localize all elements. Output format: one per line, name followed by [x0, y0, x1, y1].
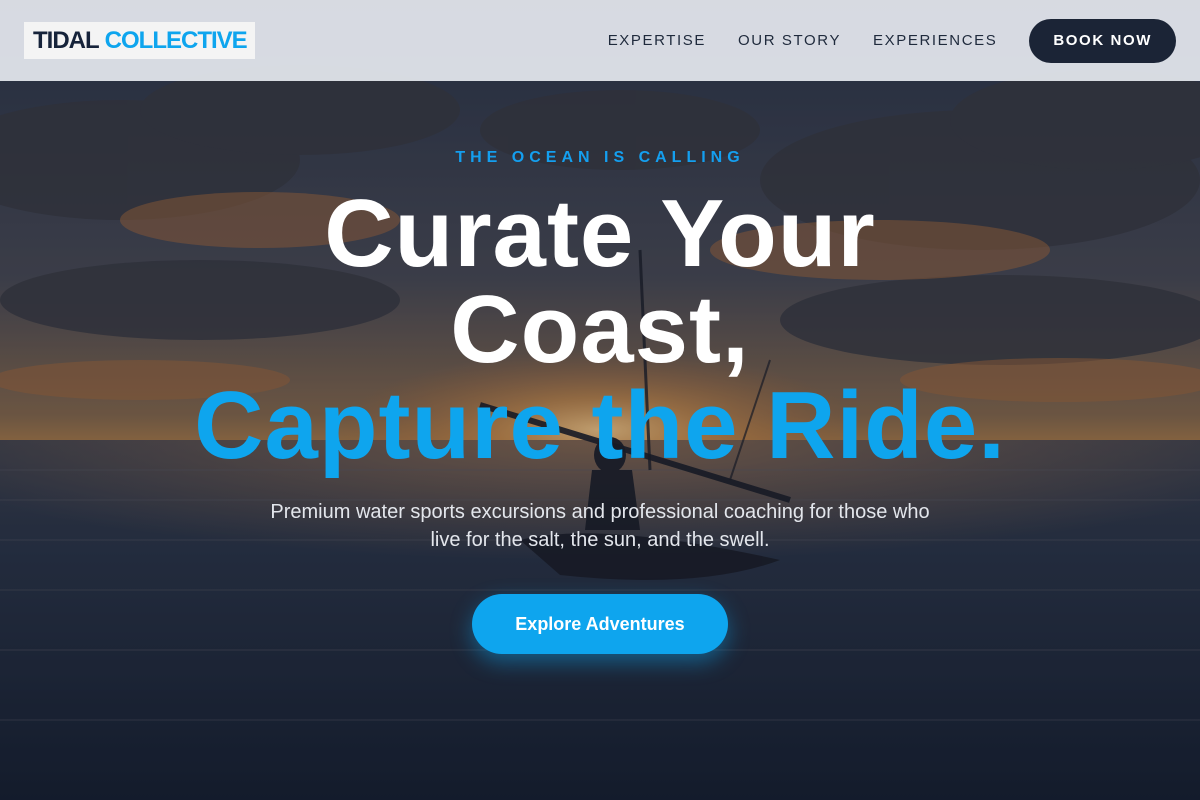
hero-headline: Curate Your Coast, Capture the Ride.	[0, 186, 1200, 474]
site-logo[interactable]: TIDAL COLLECTIVE	[24, 22, 255, 59]
hero-section: THE OCEAN IS CALLING Curate Your Coast, …	[0, 0, 1200, 800]
main-nav: EXPERTISE OUR STORY EXPERIENCES BOOK NOW	[608, 18, 1176, 63]
logo-text-accent: COLLECTIVE	[104, 26, 248, 54]
book-now-button[interactable]: BOOK NOW	[1029, 18, 1176, 63]
nav-link-our-story[interactable]: OUR STORY	[738, 32, 841, 49]
logo-text-primary: TIDAL	[33, 26, 100, 54]
site-header: TIDAL COLLECTIVE EXPERTISE OUR STORY EXP…	[0, 0, 1200, 81]
hero-eyebrow: THE OCEAN IS CALLING	[455, 149, 745, 166]
headline-line-2: Coast,	[450, 276, 750, 383]
headline-line-3: Capture the Ride.	[194, 372, 1006, 479]
hero-subtext: Premium water sports excursions and prof…	[270, 501, 930, 551]
nav-link-experiences[interactable]: EXPERIENCES	[873, 32, 997, 49]
nav-link-expertise[interactable]: EXPERTISE	[608, 32, 706, 49]
headline-line-1: Curate Your	[324, 180, 876, 287]
explore-adventures-button[interactable]: Explore Adventures	[472, 594, 728, 654]
